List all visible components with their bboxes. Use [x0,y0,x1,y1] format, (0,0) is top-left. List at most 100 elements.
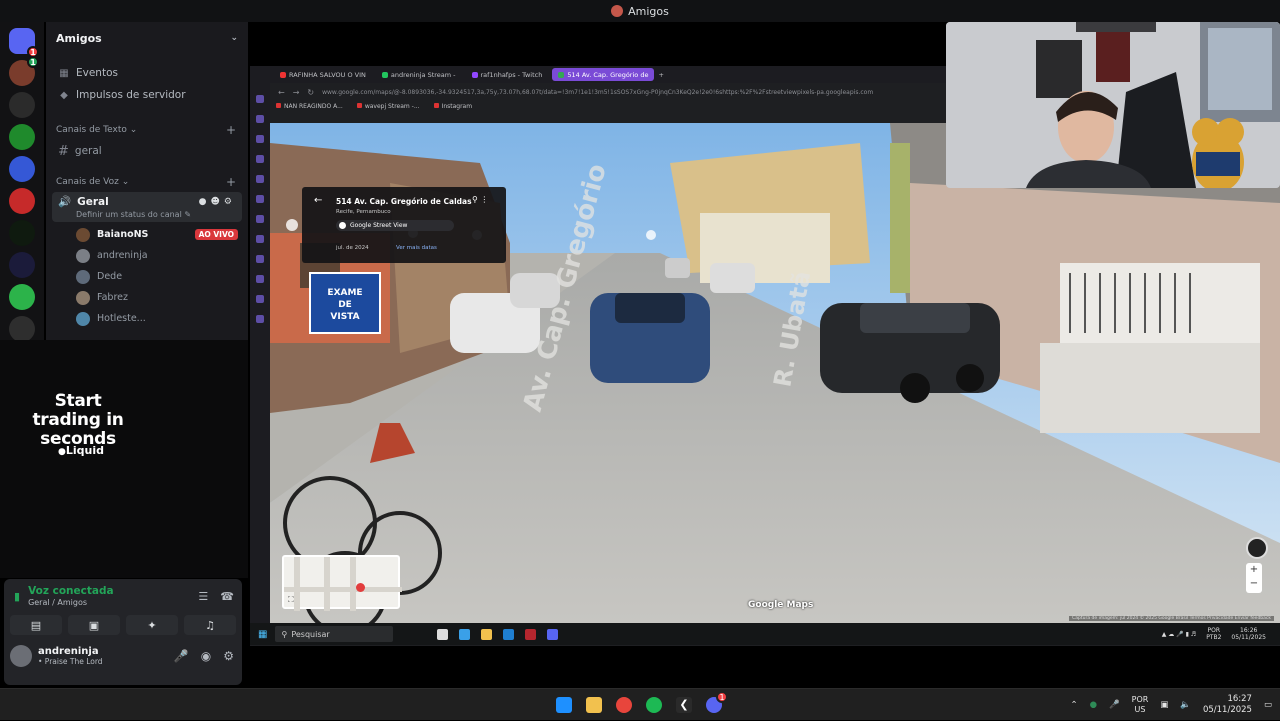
voice-connected-channel[interactable]: Geral / Amigos [28,598,198,607]
zoom-control[interactable]: + − [1246,563,1262,593]
network-icon[interactable]: ▣ [1160,700,1168,710]
url-text[interactable]: www.google.com/maps/@-8.0893036,-34.9324… [322,89,942,96]
noise-suppression-icon[interactable]: ☰ [198,590,208,603]
file-explorer-icon[interactable] [481,628,493,640]
chevron-up-icon[interactable]: ⌃ [1071,700,1078,710]
discord-icon[interactable]: 1 [706,691,728,713]
file-explorer-icon[interactable] [586,697,602,713]
back-arrow-icon[interactable]: ← [314,195,322,206]
bookmark-item[interactable]: wavepj Stream -... [357,103,420,110]
user-status: • Praise The Lord [38,657,103,666]
pencil-icon[interactable]: ✎ [184,210,191,219]
chat-icon[interactable]: ● [199,197,211,207]
nav-boosts[interactable]: ◆ Impulsos de servidor [46,84,248,106]
headphones-icon[interactable]: ◉ [201,649,211,663]
live-badge[interactable]: AO VIVO [194,229,238,240]
text-category[interactable]: Canais de Texto ⌄ + [46,122,248,138]
spotify-icon[interactable] [646,697,662,713]
screen-share-button[interactable]: ▣ [68,615,120,635]
voice-user[interactable]: BaianoNS AO VIVO [46,224,248,245]
server-icon[interactable] [9,316,35,342]
voice-user[interactable]: Hotleste... [46,308,248,329]
back-icon[interactable]: ← [278,88,285,97]
clock-date[interactable]: 05/11/2025 [1203,705,1252,716]
notifications-icon[interactable]: ▭ [1264,700,1272,710]
new-tab-icon[interactable]: + [658,71,663,79]
add-channel-icon[interactable]: + [226,175,236,189]
see-more-dates-link[interactable]: Ver mais datas [396,245,437,251]
favicon-icon [381,71,388,78]
copilot-icon[interactable] [459,628,471,640]
server-icon[interactable] [9,220,35,246]
windows-start-icon[interactable] [556,697,572,713]
app-icon[interactable] [525,628,537,640]
chevron-down-icon[interactable]: ⌄ [230,33,238,43]
microphone-icon[interactable]: 🎤 [1109,700,1120,710]
clock-time[interactable]: 16:27 [1203,694,1252,705]
keyboard-layout[interactable]: PTB2 [1206,634,1221,641]
add-channel-icon[interactable]: + [226,123,236,137]
discord-icon[interactable] [547,628,559,640]
voice-connected-label[interactable]: Voz conectada [28,585,198,597]
voice-user[interactable]: Dede [46,266,248,287]
stream-view[interactable]: RAFINHA SALVOU O VIN andreninja Stream - … [248,22,1280,688]
voice-user[interactable]: Fabrez [46,287,248,308]
tray-icon[interactable]: ▲ ☁ 🎤 ▮ ♬ [1162,631,1196,638]
browser-tab[interactable]: RAFINHA SALVOU O VIN [274,68,372,81]
reload-icon[interactable]: ↻ [307,88,314,97]
minimap[interactable]: ⛶ [282,555,402,611]
street-view-chip[interactable]: Google Street View [336,220,454,231]
gear-icon[interactable]: ⚙ [224,197,236,207]
bookmark-item[interactable]: Instagram [434,103,473,110]
activities-button[interactable]: ✦ [126,615,178,635]
forward-icon[interactable]: → [293,88,300,97]
zoom-out-icon[interactable]: − [1246,577,1262,591]
app-icon[interactable]: ❮ [676,697,692,713]
camera-off-button[interactable]: ▤ [10,615,62,635]
windows-start-icon[interactable]: ▦ [258,629,267,640]
browser-tab[interactable]: andreninja Stream - [376,68,462,81]
gear-icon[interactable]: ⚙ [223,649,234,663]
keyboard-lang[interactable]: POR [1132,695,1149,705]
discord-home-icon[interactable]: 1 [9,28,39,58]
avatar[interactable] [10,645,32,667]
voice-user[interactable]: andreninja [46,245,248,266]
nav-events[interactable]: ▦ Eventos [46,62,248,84]
expand-icon[interactable]: ⛶ [288,595,294,605]
server-icon[interactable]: 1 [9,56,39,86]
disconnect-icon[interactable]: ☎ [220,590,234,603]
clock-date[interactable]: 05/11/2025 [1231,634,1266,641]
bookmark-item[interactable]: NAN REAGINDO A... [276,103,343,110]
user-name[interactable]: andreninja [38,646,174,657]
clock-time[interactable]: 16:26 [1231,627,1266,634]
channel-geral[interactable]: # geral [46,140,248,162]
microphone-icon[interactable]: 🎤 [174,649,189,663]
keyboard-layout[interactable]: US [1132,705,1149,715]
server-icon[interactable] [9,92,35,118]
outlook-icon[interactable] [503,628,515,640]
browser-tab[interactable]: raf1nhafps - Twitch [466,68,549,81]
street-view-panorama[interactable]: EXAME DE VISTA Av. Cap. Gregório R. Ubat… [270,123,1280,623]
soundboard-button[interactable]: ♫ [184,615,236,635]
server-icon[interactable] [9,188,35,214]
taskbar-search[interactable]: ⚲ Pesquisar [275,626,394,642]
compass-icon[interactable] [1246,537,1268,559]
server-header[interactable]: Amigos ⌄ [46,22,248,54]
server-icon[interactable] [9,284,35,310]
chrome-icon[interactable] [616,697,632,713]
task-view-icon[interactable] [437,628,449,640]
ad-banner[interactable]: Start trading in seconds ●Liquid [0,340,248,578]
keyboard-lang[interactable]: POR [1206,627,1221,634]
tray-app-icon[interactable]: ● [1090,700,1097,710]
server-icon[interactable] [9,156,35,182]
server-icon[interactable] [9,124,35,150]
pin-icon[interactable]: ⚲ ⋮ [472,195,488,204]
voice-channel-geral[interactable]: 🔊 Geral ●☻⚙ Definir um status do canal ✎ [52,192,242,222]
channel-status-hint[interactable]: Definir um status do canal [76,210,182,219]
zoom-in-icon[interactable]: + [1246,563,1262,577]
volume-icon[interactable]: 🔈 [1180,700,1191,710]
voice-category[interactable]: Canais de Voz ⌄ + [46,174,248,190]
browser-tab[interactable]: 514 Av. Cap. Gregório de [552,68,655,81]
server-icon[interactable] [9,252,35,278]
add-member-icon[interactable]: ☻ [211,197,224,207]
